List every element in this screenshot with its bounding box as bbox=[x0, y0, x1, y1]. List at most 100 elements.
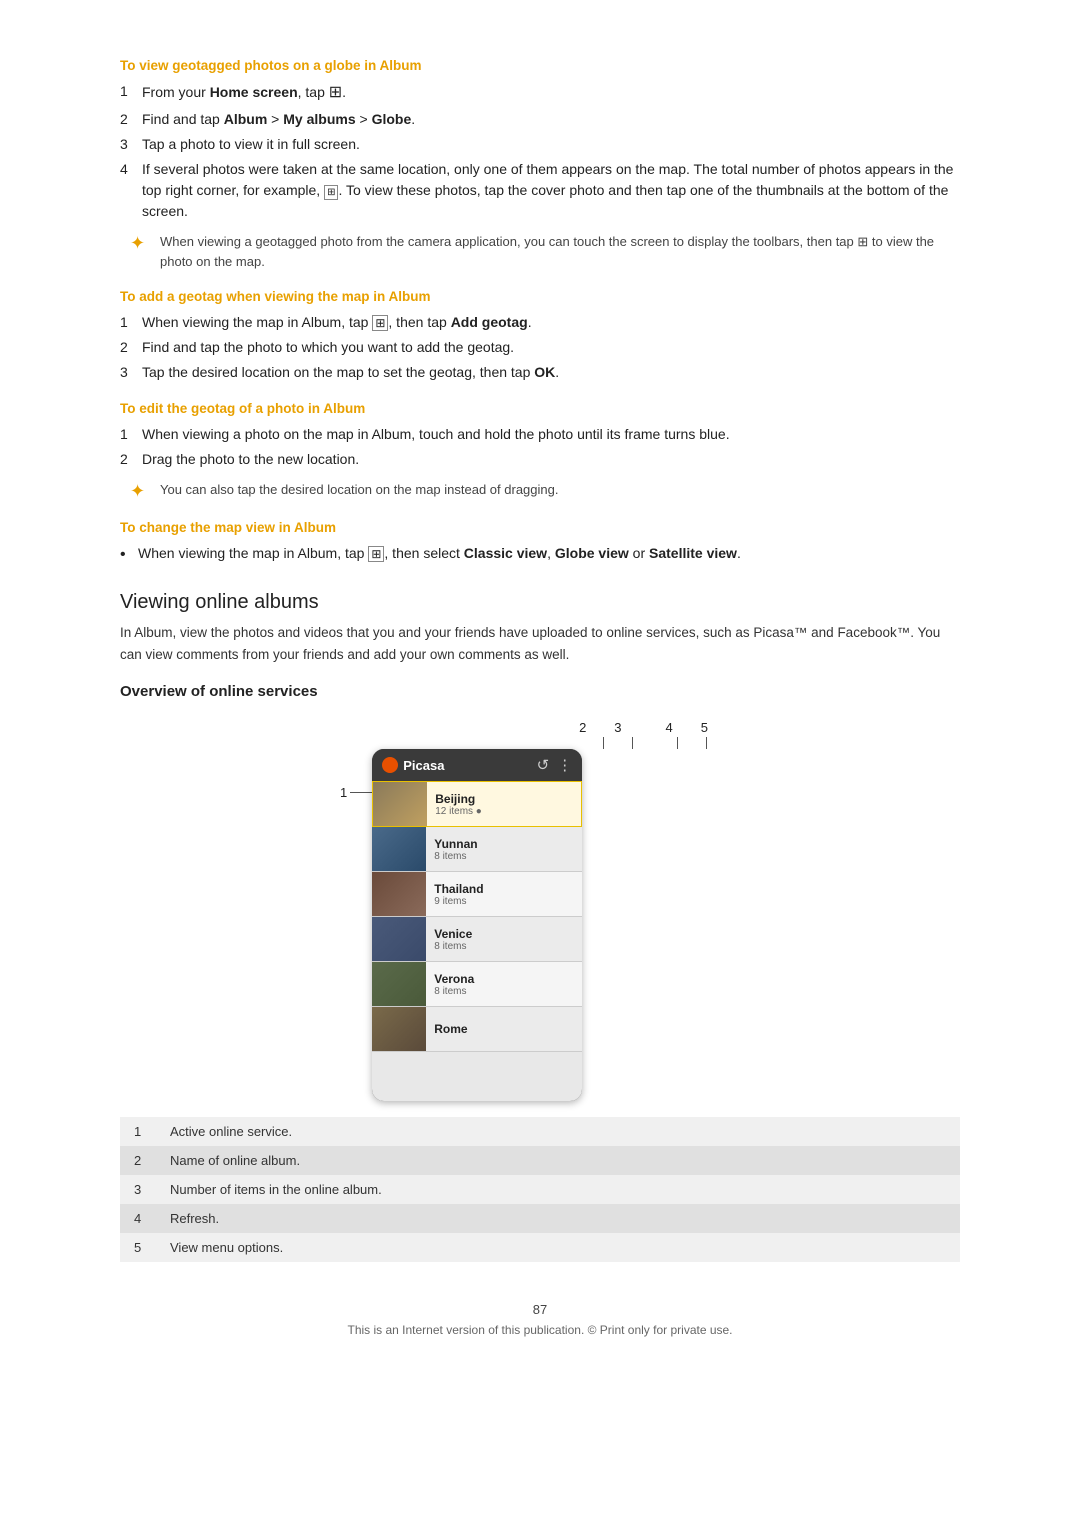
step-num: 3 bbox=[120, 134, 142, 155]
legend-num-5: 5 bbox=[120, 1233, 156, 1262]
heading-add-geotag: To add a geotag when viewing the map in … bbox=[120, 289, 960, 304]
diagram-phone-area: 1 Picasa ↺ ⋮ bbox=[340, 749, 740, 1101]
callout-line-1 bbox=[350, 792, 372, 793]
page-footer: 87 This is an Internet version of this p… bbox=[120, 1302, 960, 1337]
album-thumb-venice bbox=[372, 917, 426, 961]
album-name-yunnan: Yunnan bbox=[434, 837, 574, 851]
thumb-img-rome bbox=[372, 1007, 426, 1051]
step-1: 1 When viewing the map in Album, tap ⊞, … bbox=[120, 312, 960, 333]
album-name-verona: Verona bbox=[434, 972, 574, 986]
legend-text-5: View menu options. bbox=[156, 1233, 960, 1262]
legend-num-3: 3 bbox=[120, 1175, 156, 1204]
bullet-list-map-view: • When viewing the map in Album, tap ⊞, … bbox=[120, 543, 960, 567]
callout-num-1: 1 bbox=[340, 785, 347, 800]
album-item-thailand: Thailand 9 items bbox=[372, 872, 582, 917]
legend-row-2: 2 Name of online album. bbox=[120, 1146, 960, 1175]
section-title-online-albums: Viewing online albums bbox=[120, 591, 960, 614]
callout-vlines bbox=[340, 737, 740, 749]
thumb-img-verona bbox=[372, 962, 426, 1006]
step-text: Find and tap the photo to which you want… bbox=[142, 337, 960, 358]
step-num: 2 bbox=[120, 109, 142, 130]
legend-text-2: Name of online album. bbox=[156, 1146, 960, 1175]
steps-list-edit-geotag: 1 When viewing a photo on the map in Alb… bbox=[120, 424, 960, 470]
legend-num-4: 4 bbox=[120, 1204, 156, 1233]
album-info-verona: Verona 8 items bbox=[426, 968, 582, 1001]
legend-table: 1 Active online service. 2 Name of onlin… bbox=[120, 1117, 960, 1262]
legend-num-1: 1 bbox=[120, 1117, 156, 1146]
step-num: 1 bbox=[120, 312, 142, 333]
legend-row-5: 5 View menu options. bbox=[120, 1233, 960, 1262]
section-overview-online-services: Overview of online services 2 3 4 5 1 bbox=[120, 683, 960, 1262]
album-thumb-thailand bbox=[372, 872, 426, 916]
album-name-venice: Venice bbox=[434, 927, 574, 941]
page-number: 87 bbox=[120, 1302, 960, 1317]
legend-num-2: 2 bbox=[120, 1146, 156, 1175]
callout-num-3: 3 bbox=[614, 720, 621, 735]
step-num: 2 bbox=[120, 337, 142, 358]
album-thumb-verona bbox=[372, 962, 426, 1006]
album-item-verona: Verona 8 items bbox=[372, 962, 582, 1007]
section-edit-geotag: To edit the geotag of a photo in Album 1… bbox=[120, 401, 960, 502]
heading-view-geotagged: To view geotagged photos on a globe in A… bbox=[120, 58, 960, 73]
section-change-map-view: To change the map view in Album • When v… bbox=[120, 520, 960, 567]
step-text: From your Home screen, tap ⊞. bbox=[142, 81, 960, 105]
step-num: 1 bbox=[120, 81, 142, 105]
section-subtitle-online-services: Overview of online services bbox=[120, 683, 960, 700]
picasa-text: Picasa bbox=[403, 758, 444, 773]
tip-icon-1: ✦ bbox=[130, 233, 152, 254]
heading-edit-geotag: To edit the geotag of a photo in Album bbox=[120, 401, 960, 416]
thumb-img-beijing bbox=[373, 782, 427, 826]
legend-text-3: Number of items in the online album. bbox=[156, 1175, 960, 1204]
section-view-geotagged: To view geotagged photos on a globe in A… bbox=[120, 58, 960, 271]
callout-num-5: 5 bbox=[701, 720, 708, 735]
tip-2: ✦ You can also tap the desired location … bbox=[130, 480, 960, 502]
album-item-beijing: Beijing 12 items ● bbox=[372, 781, 582, 827]
heading-change-map-view: To change the map view in Album bbox=[120, 520, 960, 535]
body-text-online-albums: In Album, view the photos and videos tha… bbox=[120, 622, 960, 665]
callout-numbers-row: 2 3 4 5 bbox=[340, 720, 740, 735]
album-info-beijing: Beijing 12 items ● bbox=[427, 788, 581, 821]
album-count-verona: 8 items bbox=[434, 986, 574, 997]
album-thumb-rome bbox=[372, 1007, 426, 1051]
phone-screen: Beijing 12 items ● Yunnan 8 items bbox=[372, 781, 582, 1101]
menu-icon: ⋮ bbox=[557, 756, 572, 774]
tip-text-2: You can also tap the desired location on… bbox=[160, 480, 558, 500]
step-num: 1 bbox=[120, 424, 142, 445]
step-text: Drag the photo to the new location. bbox=[142, 449, 960, 470]
album-info-thailand: Thailand 9 items bbox=[426, 878, 582, 911]
step-text: Find and tap Album > My albums > Globe. bbox=[142, 109, 960, 130]
step-text: When viewing a photo on the map in Album… bbox=[142, 424, 960, 445]
legend-text-4: Refresh. bbox=[156, 1204, 960, 1233]
phone-topbar: Picasa ↺ ⋮ bbox=[372, 749, 582, 781]
legend-row-4: 4 Refresh. bbox=[120, 1204, 960, 1233]
album-item-yunnan: Yunnan 8 items bbox=[372, 827, 582, 872]
thumb-img-yunnan bbox=[372, 827, 426, 871]
picasa-dot bbox=[382, 757, 398, 773]
album-info-yunnan: Yunnan 8 items bbox=[426, 833, 582, 866]
step-1: 1 From your Home screen, tap ⊞. bbox=[120, 81, 960, 105]
bullet-icon: • bbox=[120, 543, 138, 567]
tip-text-1: When viewing a geotagged photo from the … bbox=[160, 232, 960, 271]
step-num: 4 bbox=[120, 159, 142, 222]
step-2: 2 Find and tap the photo to which you wa… bbox=[120, 337, 960, 358]
step-1: 1 When viewing a photo on the map in Alb… bbox=[120, 424, 960, 445]
step-text: When viewing the map in Album, tap ⊞, th… bbox=[142, 312, 960, 333]
album-thumb-yunnan bbox=[372, 827, 426, 871]
album-count-venice: 8 items bbox=[434, 941, 574, 952]
steps-list-view-geotagged: 1 From your Home screen, tap ⊞. 2 Find a… bbox=[120, 81, 960, 222]
album-name-rome: Rome bbox=[434, 1022, 574, 1036]
left-callout-area: 1 bbox=[340, 785, 372, 800]
album-count-thailand: 9 items bbox=[434, 896, 574, 907]
step-text: Tap a photo to view it in full screen. bbox=[142, 134, 960, 155]
bullet-item-map-view: • When viewing the map in Album, tap ⊞, … bbox=[120, 543, 960, 567]
legend-row-3: 3 Number of items in the online album. bbox=[120, 1175, 960, 1204]
legend-row-1: 1 Active online service. bbox=[120, 1117, 960, 1146]
legend-text-1: Active online service. bbox=[156, 1117, 960, 1146]
diagram-container: 2 3 4 5 1 Picasa bbox=[340, 720, 740, 1101]
bullet-text: When viewing the map in Album, tap ⊞, th… bbox=[138, 543, 741, 567]
album-info-venice: Venice 8 items bbox=[426, 923, 582, 956]
section-viewing-online-albums: Viewing online albums In Album, view the… bbox=[120, 591, 960, 665]
album-name-thailand: Thailand bbox=[434, 882, 574, 896]
step-text: If several photos were taken at the same… bbox=[142, 159, 960, 222]
footer-text: This is an Internet version of this publ… bbox=[120, 1323, 960, 1337]
